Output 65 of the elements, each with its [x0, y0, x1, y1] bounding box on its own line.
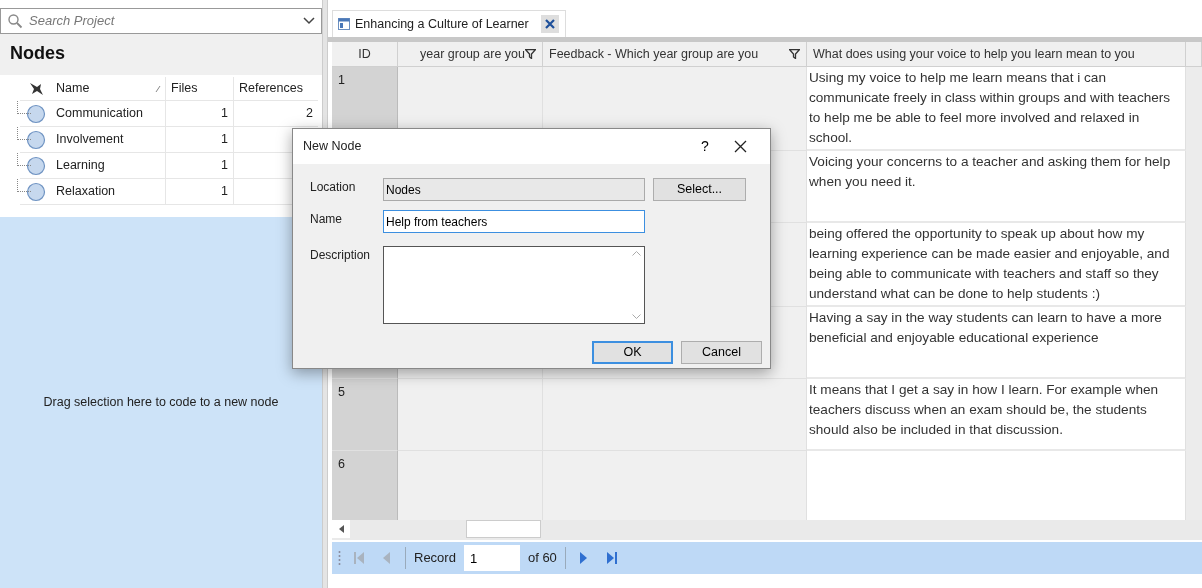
- location-field[interactable]: Nodes: [383, 178, 645, 201]
- row-header[interactable]: 6: [332, 451, 398, 520]
- search-field[interactable]: Search Project: [0, 8, 322, 34]
- references-count: 2: [306, 105, 313, 123]
- field-label: Name: [309, 211, 343, 228]
- document-tab[interactable]: Enhancing a Culture of Learner: [332, 10, 566, 37]
- drop-hint: Drag selection here to code to a new node: [43, 394, 279, 412]
- grip-icon: [338, 550, 341, 566]
- first-icon: [353, 551, 365, 565]
- close-tab-button[interactable]: [540, 15, 559, 33]
- previous-icon: [381, 551, 393, 565]
- response-cell: Using my voice to help me learn means that i can communicate freely in class within groups and with teachers to help me be able to feel more involved and relaxed in school.: [807, 67, 1186, 151]
- files-count: 1: [221, 157, 228, 175]
- node-name[interactable]: Relaxation: [56, 182, 116, 201]
- filter-icon: [525, 49, 536, 59]
- column-header[interactable]: Feedback - Which year group are you: [543, 42, 807, 67]
- select-button[interactable]: Select...: [653, 178, 746, 201]
- filter-icon: [789, 49, 800, 59]
- scroll-up-icon: [631, 251, 641, 256]
- response-cell: Having a say in the way students can learn to have a more beneficial and enjoyable educational experience: [807, 307, 1186, 379]
- response-cell: being offered the opportunity to speak up about how my learning experience can be made easier and enjoyable, and being able to communicate with teachers and staff so they understand what can be done to help students :): [807, 223, 1186, 307]
- column-header[interactable]: References: [239, 79, 303, 98]
- last-icon: [605, 551, 618, 565]
- search-icon: [7, 13, 23, 29]
- files-count: 1: [221, 105, 228, 123]
- sort-icon: [155, 84, 161, 93]
- field-label: Description: [309, 247, 372, 264]
- pin-icon: [28, 80, 44, 97]
- help-button[interactable]: ?: [690, 135, 720, 158]
- name-field[interactable]: Help from teachers: [383, 210, 645, 233]
- node-icon: [26, 103, 46, 124]
- column-header[interactable]: year group are you: [398, 42, 543, 67]
- dialog-button[interactable]: Cancel: [681, 341, 762, 364]
- search-input[interactable]: Search Project: [27, 10, 299, 32]
- node-name[interactable]: Involvement: [56, 130, 124, 149]
- field-label: Location: [309, 179, 357, 196]
- column-header[interactable]: Name: [56, 79, 90, 98]
- panel-title: Nodes: [10, 42, 65, 65]
- node-icon: [26, 181, 46, 202]
- column-header[interactable]: Files: [171, 79, 198, 98]
- node-icon: [26, 155, 46, 176]
- close-icon: [544, 19, 555, 29]
- record-total: of 60: [527, 549, 557, 568]
- row-header[interactable]: 5: [332, 379, 398, 451]
- files-count: 1: [221, 183, 228, 201]
- record-field[interactable]: 1: [463, 545, 520, 571]
- dialog-button[interactable]: OK: [592, 341, 673, 364]
- scroll-down-icon: [631, 314, 641, 319]
- files-count: 1: [221, 131, 228, 149]
- description-field[interactable]: [383, 246, 645, 324]
- scroll-left-button[interactable]: [332, 520, 350, 538]
- tab-title: Enhancing a Culture of Learner: [355, 15, 529, 33]
- close-icon: [733, 140, 747, 153]
- left-arrow-icon: [338, 525, 344, 533]
- column-header[interactable]: ID: [332, 42, 398, 67]
- column-header[interactable]: What does using your voice to help you learn mean to you: [807, 42, 1186, 67]
- scrollbar-thumb[interactable]: [466, 520, 541, 538]
- node-name[interactable]: Communication: [56, 104, 143, 123]
- document-icon: [337, 17, 351, 31]
- response-cell: It means that I get a say in how I learn. For example when teachers discuss when an exam should be, the students should also be included in that discussion.: [807, 379, 1186, 451]
- node-name[interactable]: Learning: [56, 156, 105, 175]
- record-label: Record: [414, 549, 456, 568]
- node-icon: [26, 129, 46, 150]
- chevron-down-icon[interactable]: [303, 17, 315, 25]
- response-cell: Voicing your concerns to a teacher and asking them for help when you need it.: [807, 151, 1186, 223]
